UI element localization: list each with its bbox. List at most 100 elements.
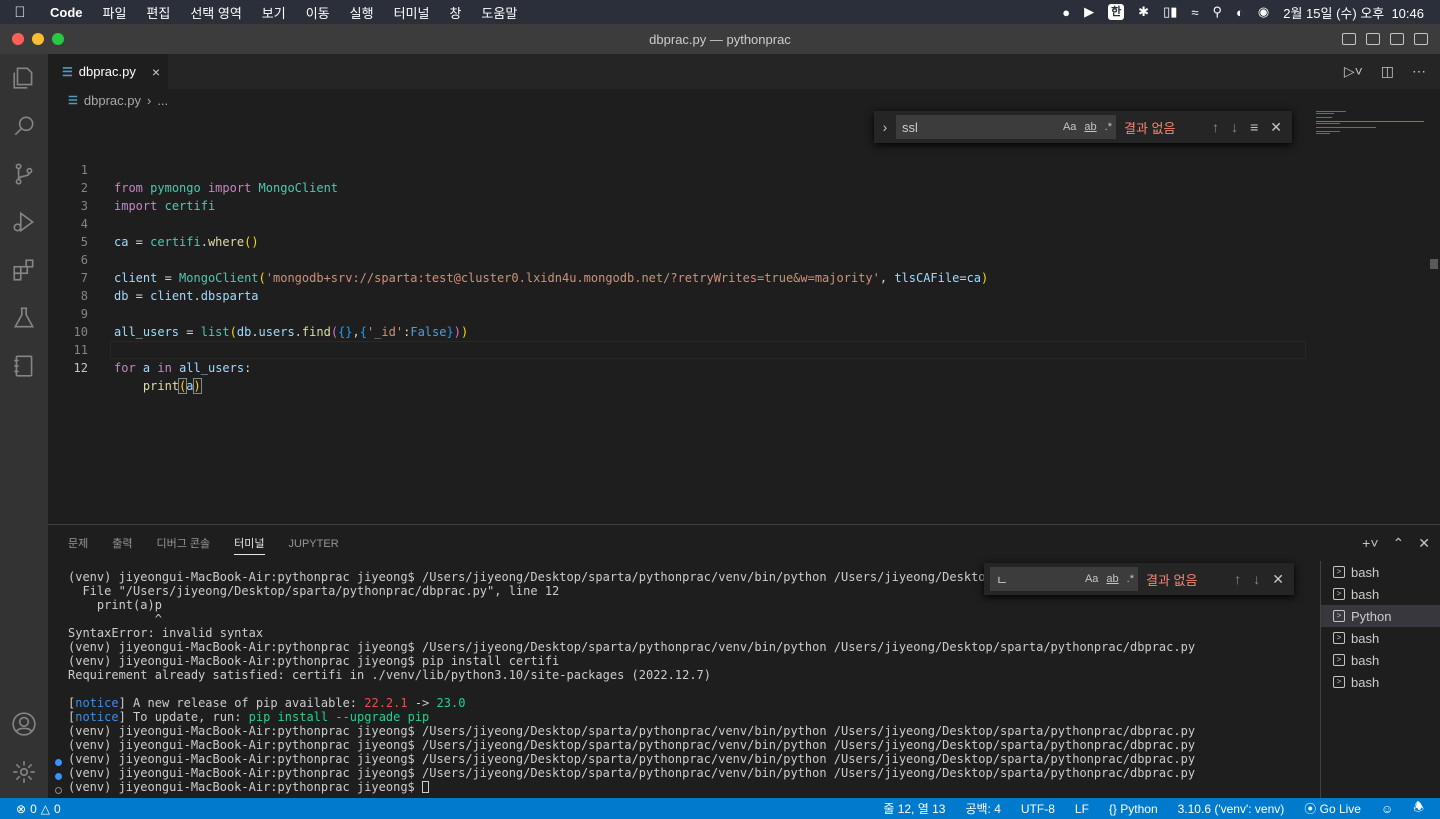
control-center-icon[interactable]: ◐ [1236, 5, 1244, 20]
next-match-icon[interactable]: ↓ [1231, 119, 1238, 136]
tab-jupyter[interactable]: JUPYTER [289, 525, 339, 561]
command-decoration-dot[interactable] [55, 787, 62, 794]
menu-run[interactable]: 실행 [340, 3, 384, 22]
use-regex-icon[interactable]: .* [1127, 573, 1134, 585]
use-regex-icon[interactable]: .* [1105, 121, 1112, 133]
terminal-tab-item-selected[interactable]: > Python [1321, 605, 1440, 627]
testing-flask-icon[interactable] [0, 294, 48, 342]
extensions-icon[interactable] [0, 246, 48, 294]
code-line: 4 ca = certifi.where() [48, 197, 1308, 249]
menu-window[interactable]: 창 [439, 3, 471, 22]
manage-gear-icon[interactable] [0, 748, 48, 796]
toggle-sidebar-icon[interactable] [1342, 33, 1356, 45]
toggle-panel-icon[interactable] [1366, 33, 1380, 45]
battery-icon[interactable]: ▯▮ [1163, 4, 1177, 20]
close-find-icon[interactable]: ✕ [1270, 119, 1282, 136]
menu-edit[interactable]: 편집 [136, 3, 180, 22]
match-whole-word-icon[interactable]: ab [1084, 121, 1096, 133]
breadcrumb-file[interactable]: dbprac.py [84, 93, 141, 108]
encoding[interactable]: UTF-8 [1021, 802, 1055, 816]
new-terminal-icon[interactable]: +˅ [1362, 535, 1378, 551]
match-case-icon[interactable]: Aa [1063, 121, 1076, 133]
terminal-notice-line: [notice] A new release of pip available:… [68, 696, 466, 710]
command-decoration-dot[interactable] [55, 773, 62, 780]
terminal-line: (venv) jiyeongui-MacBook-Air:pythonprac … [68, 766, 1196, 780]
run-debug-icon[interactable] [0, 198, 48, 246]
menu-file[interactable]: 파일 [93, 3, 137, 22]
terminal-find-no-results: 결과 없음 [1146, 572, 1198, 588]
previous-match-icon[interactable]: ↑ [1234, 571, 1241, 588]
siri-icon[interactable]: ◉ [1258, 4, 1269, 20]
bottom-panel: 문제 출력 디버그 콘솔 터미널 JUPYTER +˅ ⌃ ✕ (venv) j… [48, 524, 1440, 800]
language-mode[interactable]: {} Python [1109, 802, 1158, 816]
breadcrumb-more[interactable]: ... [157, 93, 168, 108]
end-of-line[interactable]: LF [1075, 802, 1089, 816]
python-icon: ☰ [62, 64, 73, 79]
indentation[interactable]: 공백: 4 [965, 800, 1000, 817]
input-method-icon[interactable]: 한 [1108, 4, 1125, 20]
feedback-icon[interactable]: ☺ [1381, 802, 1393, 816]
jupyter-notebook-icon[interactable] [0, 342, 48, 390]
more-actions-icon[interactable]: ⋯ [1412, 63, 1426, 80]
menu-go[interactable]: 이동 [296, 3, 340, 22]
match-whole-word-icon[interactable]: ab [1106, 573, 1118, 585]
maximize-panel-icon[interactable]: ⌃ [1393, 535, 1405, 552]
terminal-icon: > [1333, 654, 1345, 666]
command-decoration-dot[interactable] [55, 759, 62, 766]
previous-match-icon[interactable]: ↑ [1212, 119, 1219, 136]
tab-output[interactable]: 출력 [112, 525, 132, 561]
tab-dbprac-py[interactable]: ☰ dbprac.py × [48, 54, 168, 89]
code-editor[interactable]: 1 from pymongo import MongoClient 2 impo… [48, 111, 1440, 523]
find-in-selection-icon[interactable]: ≡ [1250, 119, 1258, 136]
python-interpreter[interactable]: 3.10.6 ('venv': venv) [1178, 802, 1285, 816]
match-case-icon[interactable]: Aa [1085, 573, 1098, 585]
apple-icon[interactable]:  [0, 4, 40, 21]
run-python-file-icon[interactable]: ▷˅ [1344, 63, 1363, 80]
terminal-tab-item[interactable]: > bash [1321, 561, 1440, 583]
notifications-bell-icon[interactable]: 🕭 [1413, 798, 1424, 819]
menu-help[interactable]: 도움말 [471, 3, 527, 22]
toggle-secondary-sidebar-icon[interactable] [1390, 33, 1404, 45]
search-icon[interactable] [0, 102, 48, 150]
terminal-tab-item[interactable]: > bash [1321, 583, 1440, 605]
terminal-line: (venv) jiyeongui-MacBook-Air:pythonprac … [68, 570, 1015, 584]
close-find-icon[interactable]: ✕ [1272, 571, 1284, 588]
menu-view[interactable]: 보기 [252, 3, 296, 22]
messenger-icon[interactable]: ● [1062, 5, 1070, 20]
go-live-button[interactable]: ⦿ Go Live [1304, 800, 1361, 817]
terminal-line: File "/Users/jiyeong/Desktop/sparta/pyth… [68, 584, 560, 598]
close-icon[interactable]: × [152, 64, 160, 80]
split-editor-icon[interactable]: ◫ [1381, 63, 1394, 80]
menu-selection[interactable]: 선택 영역 [180, 3, 251, 22]
terminal-find-widget: ㄴ Aa ab .* 결과 없음 ↑ ↓ ✕ [984, 563, 1294, 595]
problems-status[interactable]: ⊗ 0 △ 0 [0, 802, 61, 816]
terminal-tab-item[interactable]: > bash [1321, 649, 1440, 671]
close-panel-icon[interactable]: ✕ [1418, 535, 1430, 552]
explorer-icon[interactable] [0, 54, 48, 102]
terminal-tab-item[interactable]: > bash [1321, 671, 1440, 693]
tab-terminal[interactable]: 터미널 [234, 525, 265, 561]
tab-debug-console[interactable]: 디버그 콘솔 [157, 525, 211, 561]
next-match-icon[interactable]: ↓ [1253, 571, 1260, 588]
menu-app-code[interactable]: Code [40, 5, 93, 20]
cursor-position[interactable]: 줄 12, 열 13 [883, 800, 945, 817]
terminal-output[interactable]: (venv) jiyeongui-MacBook-Air:pythonprac … [68, 570, 1318, 800]
terminal-find-input[interactable]: ㄴ Aa ab .* [990, 567, 1138, 591]
terminal-tab-item[interactable]: > bash [1321, 627, 1440, 649]
terminal-prompt-line: (venv) jiyeongui-MacBook-Air:pythonprac … [68, 780, 430, 794]
play-circle-icon[interactable]: ▶ [1084, 4, 1094, 20]
toggle-replace-chevron-icon[interactable]: › [874, 119, 896, 135]
accounts-icon[interactable] [0, 700, 48, 748]
menubar-clock[interactable]: 2월 15일 (수) 오후 10:46 [1283, 3, 1424, 22]
wifi-icon[interactable]: ≈ [1191, 5, 1198, 20]
source-control-icon[interactable] [0, 150, 48, 198]
find-input[interactable]: ssl Aa ab .* [896, 115, 1116, 139]
minimap[interactable] [1316, 111, 1426, 141]
tab-problems[interactable]: 문제 [68, 525, 88, 561]
customize-layout-icon[interactable] [1414, 33, 1428, 45]
editor-scrollbar[interactable] [1428, 111, 1440, 523]
menu-terminal[interactable]: 터미널 [384, 3, 440, 22]
bluetooth-icon[interactable]: ✱ [1138, 4, 1149, 20]
window-titlebar: dbprac.py — pythonprac [0, 24, 1440, 54]
spotlight-search-icon[interactable]: ⚲ [1213, 4, 1223, 20]
